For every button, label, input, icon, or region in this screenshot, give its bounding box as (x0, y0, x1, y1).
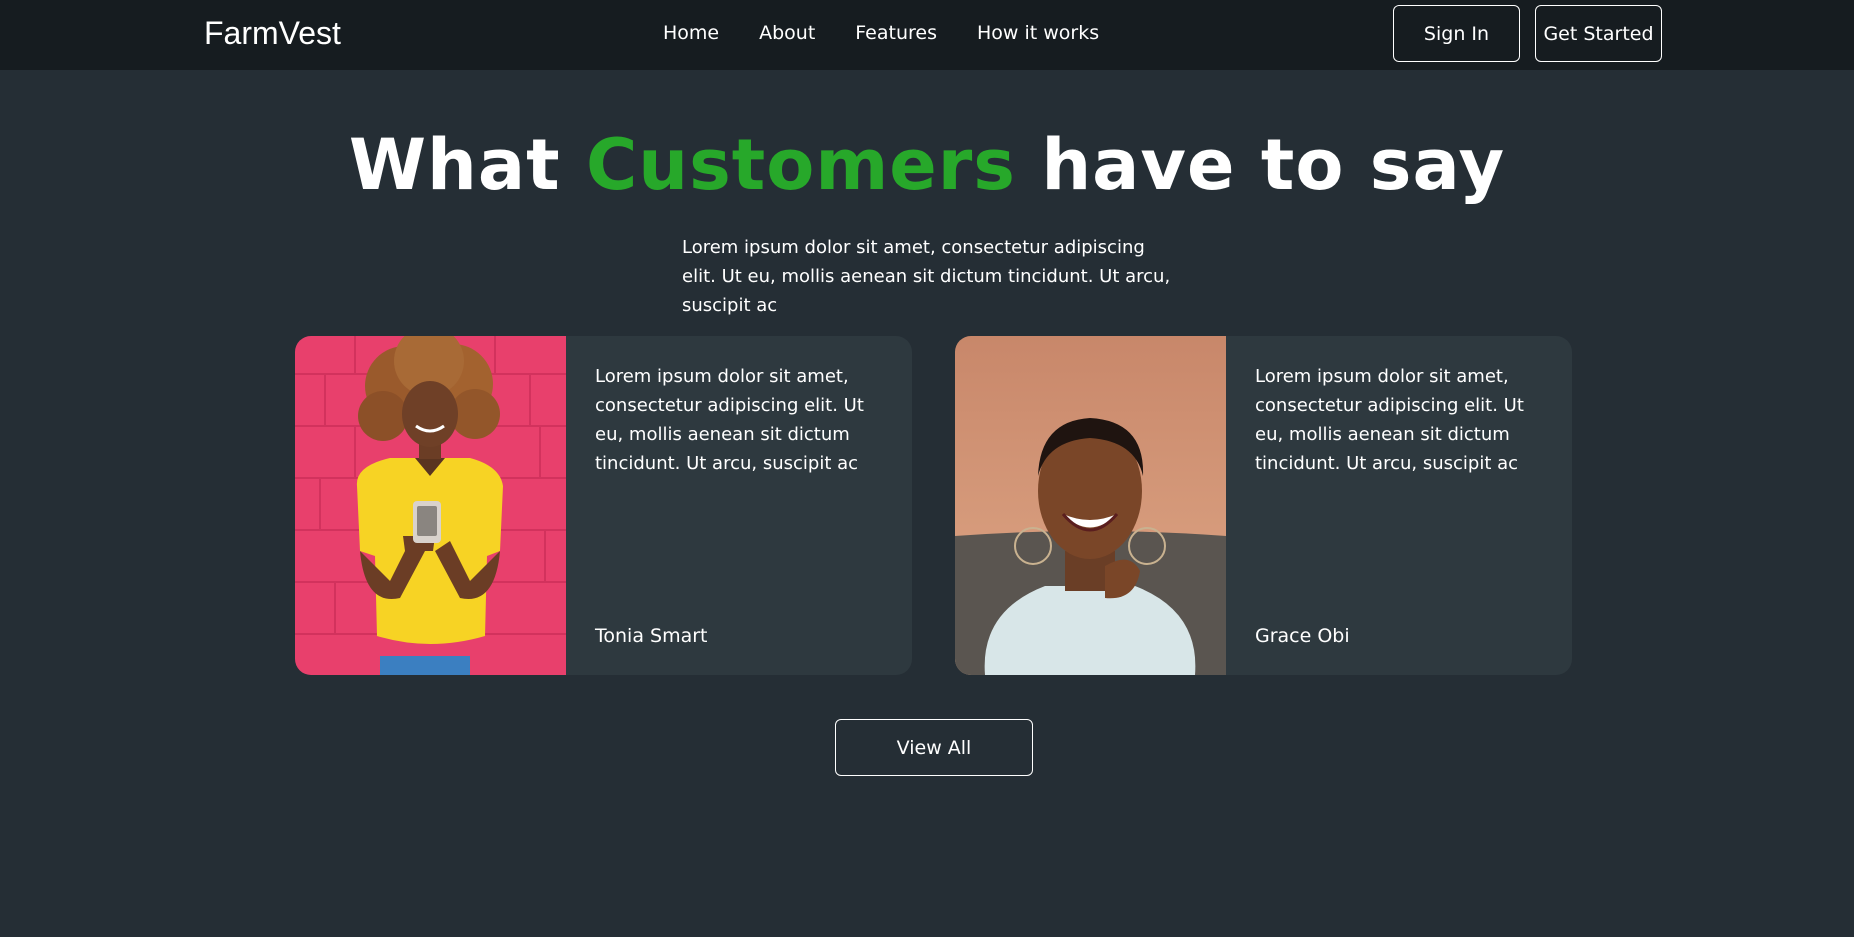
testimonial-author: Grace Obi (1255, 625, 1350, 647)
nav-links: Home About Features How it works (663, 18, 1099, 48)
hero-title-accent: Customers (585, 124, 1016, 206)
hero-subtitle: Lorem ipsum dolor sit amet, consectetur … (682, 237, 1171, 316)
navbar: FarmVest Home About Features How it work… (0, 0, 1854, 70)
nav-link-home[interactable]: Home (663, 18, 719, 48)
nav-link-how-it-works[interactable]: How it works (977, 18, 1099, 48)
testimonial-card: Lorem ipsum dolor sit amet, consectetur … (295, 336, 912, 675)
testimonial-text: Lorem ipsum dolor sit amet, consectetur … (595, 366, 864, 474)
customer-photo (955, 336, 1226, 675)
hero-title: What Customers have to say (0, 120, 1854, 210)
logo[interactable]: FarmVest (204, 13, 341, 53)
testimonial-text: Lorem ipsum dolor sit amet, consectetur … (1255, 366, 1524, 474)
nav-link-features[interactable]: Features (855, 18, 937, 48)
get-started-button[interactable]: Get Started (1535, 5, 1662, 62)
hero-title-part1: What (348, 124, 586, 206)
testimonial-author: Tonia Smart (595, 625, 708, 647)
customer-photo (295, 336, 566, 675)
hero-title-part2: have to say (1015, 124, 1506, 206)
nav-link-about[interactable]: About (759, 18, 815, 48)
view-all-button[interactable]: View All (835, 719, 1033, 776)
sign-in-button[interactable]: Sign In (1393, 5, 1520, 62)
testimonial-card: Lorem ipsum dolor sit amet, consectetur … (955, 336, 1572, 675)
